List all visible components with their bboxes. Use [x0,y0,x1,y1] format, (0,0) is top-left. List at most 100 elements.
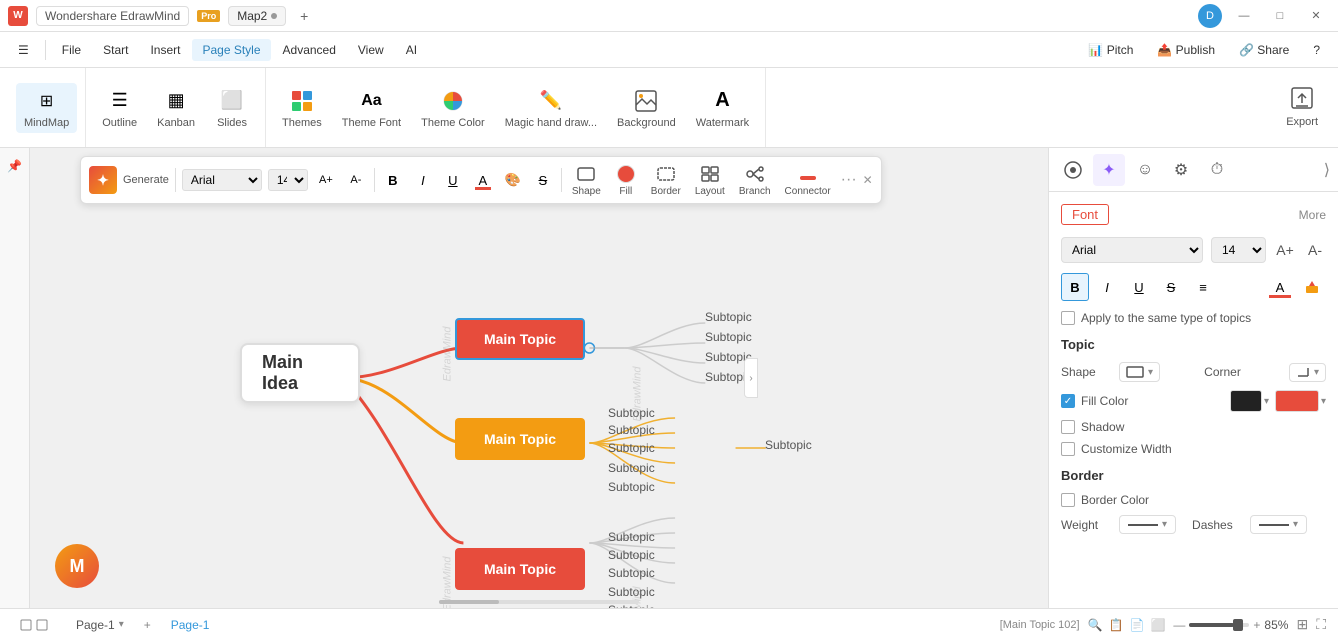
more-tool-button[interactable]: ··· [841,171,857,189]
map-tab[interactable]: Map2 [228,6,286,26]
user-avatar[interactable]: D [1198,4,1222,28]
weight-select[interactable]: ▾ [1119,515,1176,534]
zoom-decrease-button[interactable]: — [1173,618,1185,632]
fill-color-picker[interactable]: ▾ [1230,390,1269,412]
subtopic-2-2[interactable]: Subtopic [608,423,655,437]
subtopic-3-4[interactable]: Subtopic [608,585,655,599]
minimize-button[interactable]: — [1230,6,1258,26]
layout-tool[interactable]: Layout [691,161,729,199]
publish-button[interactable]: 📤 Publish [1147,39,1225,61]
highlight-format-button[interactable] [1298,273,1326,301]
italic-format-button[interactable]: I [1093,273,1121,301]
fill-color-checkbox[interactable]: ✓ [1061,394,1075,408]
scroll-indicator[interactable] [439,600,639,604]
menu-hamburger[interactable]: ☰ [8,39,39,61]
shadow-checkbox[interactable] [1061,420,1075,434]
subtopic-3-2[interactable]: Subtopic [608,548,655,562]
edrawmind-circle-logo[interactable]: M [55,544,99,588]
strikethrough-button[interactable]: S [531,168,555,192]
subtopic-3-1[interactable]: Subtopic [608,530,655,544]
pitch-button[interactable]: 📊 Pitch [1078,39,1143,61]
font-decrease-button[interactable]: A- [344,168,368,192]
close-button[interactable]: ✕ [1302,6,1330,26]
add-tab-button[interactable]: + [294,6,314,26]
collapse-panel-button[interactable]: › [744,358,758,398]
fullscreen-button[interactable]: ⛶ [1316,616,1326,633]
status-icon-1[interactable]: 🔍 [1088,618,1103,632]
italic-button[interactable]: I [411,168,435,192]
menu-page-style[interactable]: Page Style [192,39,270,61]
font-selector[interactable]: Arial [182,169,262,191]
export-button[interactable]: Export [1274,79,1330,136]
status-icon-3[interactable]: 📄 [1130,618,1145,632]
border-tool[interactable]: Border [647,161,685,199]
fill-color-black-swatch[interactable] [1230,390,1262,412]
canvas-area[interactable]: ✦ Generate Arial 14 A+ A- B I U A 🎨 S [30,148,1048,608]
fill-color-red-swatch[interactable] [1275,390,1319,412]
menu-insert[interactable]: Insert [140,39,190,61]
emoji-panel-icon[interactable]: ☺ [1129,154,1161,186]
mindmap-panel-icon[interactable] [1057,154,1089,186]
fit-button[interactable]: ⊞ [1296,616,1308,633]
generate-label[interactable]: Generate [123,174,169,186]
topic-node-3[interactable]: Main Topic [455,548,585,590]
zoom-slider[interactable] [1189,623,1249,627]
font-size-select[interactable]: 14 [1211,237,1266,263]
bold-format-button[interactable]: B [1061,273,1089,301]
page-dropdown[interactable] [12,617,56,633]
align-format-button[interactable]: ≡ [1189,273,1217,301]
topic-node-2[interactable]: Main Topic [455,418,585,460]
border-color-checkbox[interactable] [1061,493,1075,507]
fill-color-red-dropdown[interactable]: ▾ [1321,396,1326,407]
subtopic-1-2[interactable]: Subtopic [705,330,752,344]
highlight-button[interactable]: 🎨 [501,168,525,192]
outline-button[interactable]: ☰ Outline [94,83,145,133]
topic-node-1[interactable]: Main Topic [455,318,585,360]
font-tag[interactable]: Font [1061,204,1109,225]
dashes-select[interactable]: ▾ [1250,515,1307,534]
page-1-active-tab[interactable]: Page-1 [163,616,218,634]
more-link[interactable]: More [1299,208,1326,222]
fill-color-red-picker[interactable]: ▾ [1275,390,1326,412]
font-color-format-button[interactable]: A [1266,273,1294,301]
font-increase-button[interactable]: A+ [314,168,338,192]
fill-color-black-dropdown[interactable]: ▾ [1264,396,1269,407]
subtopic-2-5[interactable]: Subtopic [608,480,655,494]
shape-select[interactable]: ▾ [1119,362,1160,382]
menu-view[interactable]: View [348,39,394,61]
underline-button[interactable]: U [441,168,465,192]
panel-expand-button[interactable]: ⟩ [1324,160,1330,180]
font-family-select[interactable]: Arial [1061,237,1203,263]
theme-color-button[interactable]: Theme Color [413,83,493,133]
font-size-decrease[interactable]: A- [1304,239,1326,261]
menu-advanced[interactable]: Advanced [273,39,346,61]
menu-ai[interactable]: AI [396,39,427,61]
add-page-button[interactable]: + [144,618,151,632]
mindmap-button[interactable]: ⊞ MindMap [16,83,77,133]
bold-button[interactable]: B [381,168,405,192]
slides-button[interactable]: ⬜ Slides [207,83,257,133]
settings-panel-icon[interactable]: ⚙ [1165,154,1197,186]
strikethrough-format-button[interactable]: S [1157,273,1185,301]
help-button[interactable]: ? [1303,39,1330,61]
themes-button[interactable]: Themes [274,83,330,133]
subtopic-3-3[interactable]: Subtopic [608,566,655,580]
connector-tool[interactable]: Connector [781,161,835,199]
background-button[interactable]: Background [609,83,684,133]
subtopic-2-4[interactable]: Subtopic [608,461,655,475]
subtopic-1-1[interactable]: Subtopic [705,310,752,324]
shape-tool[interactable]: Shape [568,161,605,199]
theme-font-button[interactable]: Aa Theme Font [334,83,409,133]
menu-start[interactable]: Start [93,39,138,61]
font-size-increase[interactable]: A+ [1274,239,1296,261]
status-icon-4[interactable]: ⬜ [1150,618,1165,632]
zoom-increase-button[interactable]: + [1253,618,1260,632]
customize-width-checkbox[interactable] [1061,442,1075,456]
share-button[interactable]: 🔗 Share [1229,39,1299,61]
subtopic-2-right[interactable]: Subtopic [765,438,812,452]
close-float-toolbar-button[interactable]: ✕ [863,173,873,187]
menu-file[interactable]: File [52,39,91,61]
main-idea-node[interactable]: Main Idea [240,343,360,403]
branch-tool[interactable]: Branch [735,161,775,199]
corner-select[interactable]: ▾ [1289,363,1326,382]
